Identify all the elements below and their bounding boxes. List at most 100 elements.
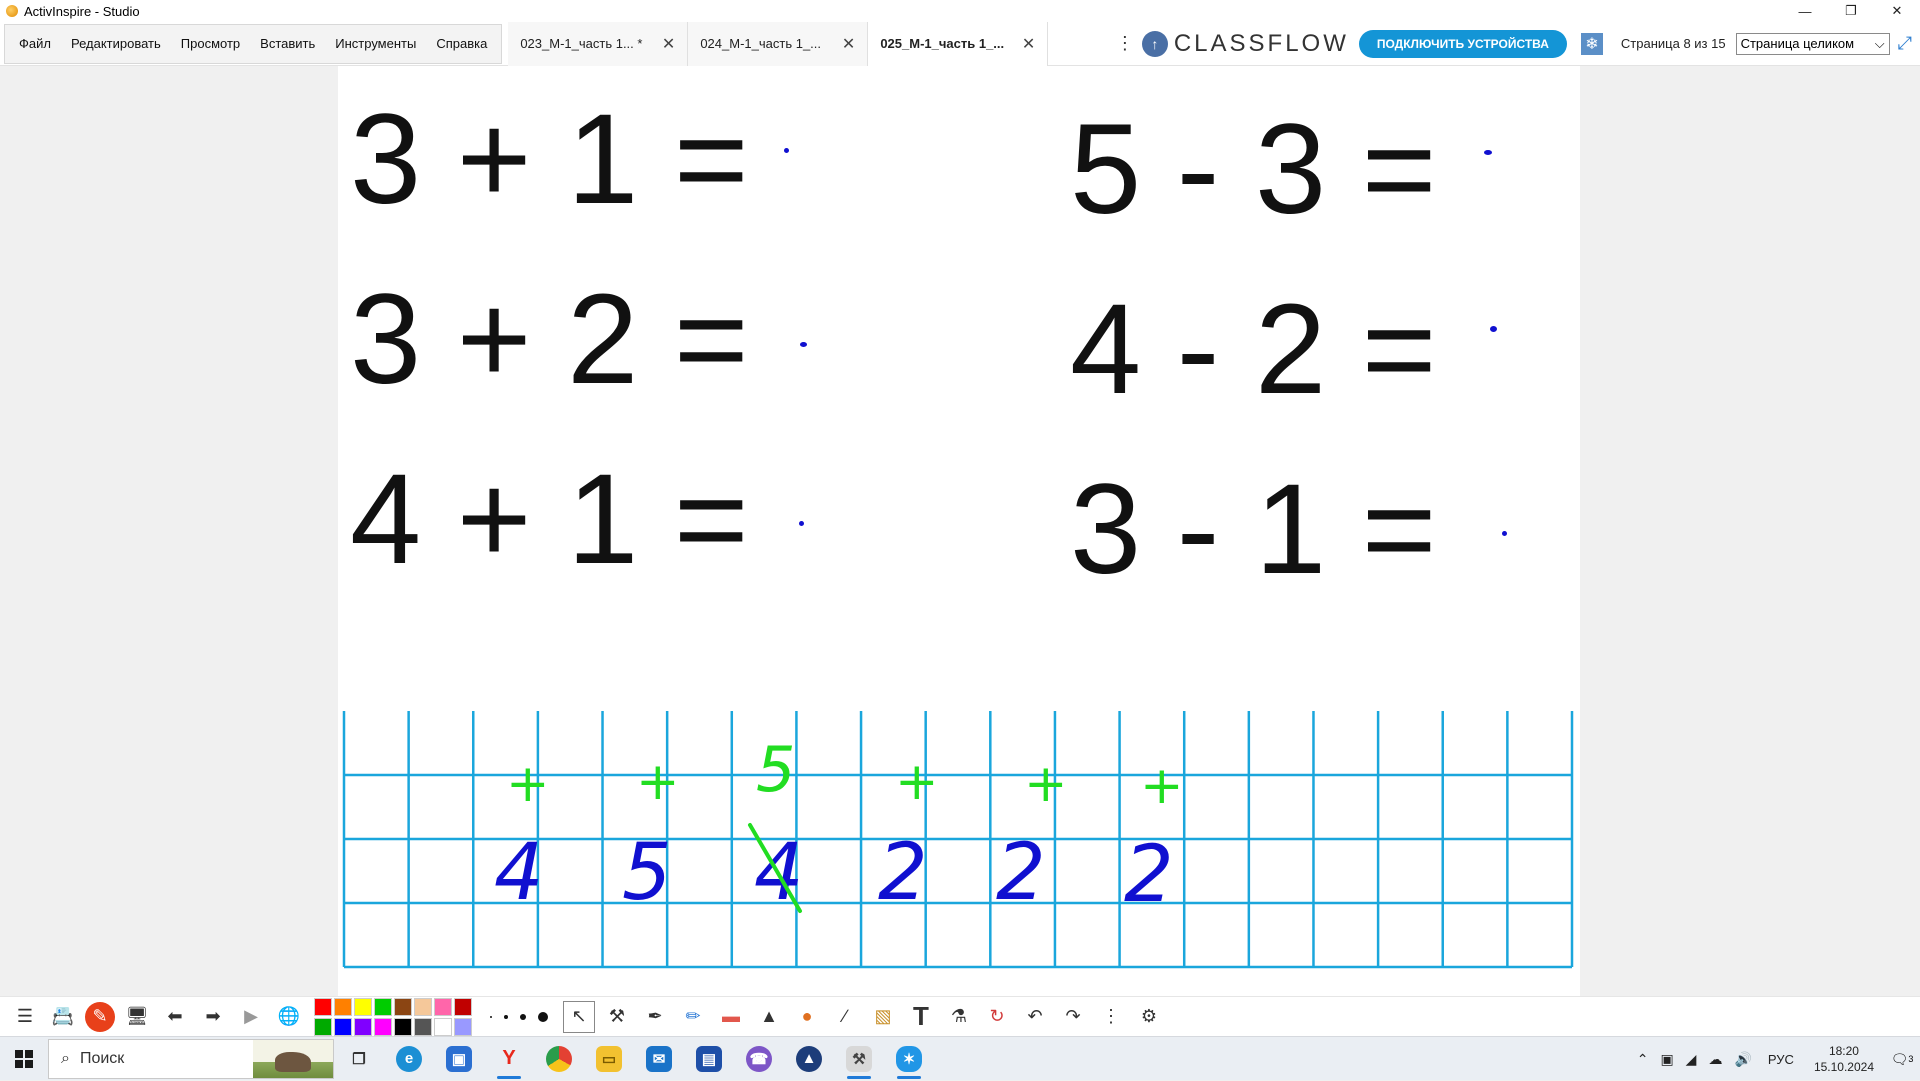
close-tab-icon[interactable]: ✕ — [1022, 34, 1035, 54]
color-swatch[interactable] — [314, 1017, 332, 1036]
clock[interactable]: 18:20 15.10.2024 — [1814, 1043, 1874, 1075]
snowflake-icon[interactable]: ❄ — [1580, 32, 1603, 55]
viber-icon[interactable]: ☎ — [737, 1037, 781, 1081]
tab-024[interactable]: 024_М-1_часть 1_... ✕ — [688, 21, 869, 66]
color-swatch[interactable] — [354, 997, 372, 1016]
window-title: ActivInspire - Studio — [24, 3, 140, 19]
expression: 3 + 1 = — [350, 88, 749, 231]
color-swatch[interactable] — [414, 1017, 432, 1036]
pen-width-option[interactable] — [538, 1011, 548, 1022]
close-tab-icon[interactable]: ✕ — [662, 34, 675, 54]
minimize-button[interactable]: — — [1782, 0, 1828, 22]
color-palette[interactable] — [314, 997, 472, 1036]
close-tab-icon[interactable]: ✕ — [842, 34, 855, 54]
chrome-icon[interactable] — [537, 1037, 581, 1081]
annotate-icon[interactable]: ✎ — [85, 1001, 115, 1032]
desktop-tools-icon[interactable]: 🖥 — [121, 1001, 153, 1033]
menu-tools[interactable]: Инструменты — [325, 36, 426, 51]
menu-edit[interactable]: Редактировать — [61, 36, 171, 51]
color-swatch[interactable] — [334, 997, 352, 1016]
menu-view[interactable]: Просмотр — [171, 36, 250, 51]
tools-icon[interactable]: ⚒ — [601, 1001, 633, 1033]
menu-help[interactable]: Справка — [426, 36, 497, 51]
color-swatch[interactable] — [334, 1017, 352, 1036]
chevron-up-icon[interactable]: ⌃ — [1637, 1051, 1649, 1068]
undo-icon[interactable]: ↶ — [1019, 1001, 1051, 1033]
eraser-icon[interactable]: ▬ — [715, 1001, 747, 1033]
pen-width-option[interactable] — [504, 1014, 508, 1019]
taskbar-search[interactable]: ⌕ Поиск — [48, 1038, 334, 1079]
color-swatch[interactable] — [434, 1017, 452, 1036]
restore-button[interactable]: ❐ — [1828, 0, 1874, 22]
activinspire-studio-taskbar-icon[interactable]: ✶ — [887, 1037, 931, 1081]
start-button[interactable] — [0, 1037, 48, 1081]
zoom-select[interactable]: Страница целиком ⌵ — [1735, 32, 1890, 55]
handwritten-correction: 5 — [756, 733, 795, 806]
highlighter-icon[interactable]: ✏ — [677, 1001, 709, 1033]
yandex-icon[interactable]: Y — [487, 1037, 531, 1081]
handwritten-plus: + — [1140, 756, 1184, 816]
redo-icon[interactable]: ↷ — [1057, 1001, 1089, 1033]
handwritten-plus: + — [506, 754, 550, 814]
volume-icon[interactable]: 🔊 — [1734, 1051, 1751, 1068]
pen-width-option[interactable] — [520, 1013, 526, 1020]
more-tools-icon[interactable]: ⋮ — [1095, 1001, 1127, 1033]
menu-file[interactable]: Файл — [9, 36, 61, 51]
file-explorer-icon[interactable]: ▭ — [587, 1037, 631, 1081]
expression: 4 - 2 = — [1070, 278, 1437, 421]
color-swatch[interactable] — [394, 997, 412, 1016]
main-menu-icon[interactable]: ☰ — [9, 1001, 41, 1033]
toolbox-settings-icon[interactable]: ⚙ — [1133, 1001, 1165, 1033]
color-swatch[interactable] — [314, 997, 332, 1016]
pen-icon[interactable]: ✒ — [639, 1001, 671, 1033]
notifications-button[interactable]: 🗨 3 — [1884, 1037, 1920, 1081]
ink-dot — [1490, 326, 1497, 332]
notebook-grid[interactable]: + + + + + 5 4 5 4 2 2 2 — [342, 711, 1574, 969]
pen-width-option[interactable] — [490, 1015, 492, 1018]
color-swatch[interactable] — [434, 997, 452, 1016]
close-window-button[interactable]: ✕ — [1874, 0, 1920, 22]
edge-icon[interactable]: e — [387, 1037, 431, 1081]
clear-icon[interactable]: ⚗ — [943, 1001, 975, 1033]
play-icon[interactable]: ▶ — [235, 1001, 267, 1033]
connector-icon[interactable]: ∕ — [829, 1001, 861, 1033]
shape-icon[interactable]: ● — [791, 1001, 823, 1033]
select-icon[interactable]: ↖ — [563, 1000, 595, 1033]
next-page-icon[interactable]: ➡ — [197, 1001, 229, 1033]
color-swatch[interactable] — [414, 997, 432, 1016]
clipart-icon[interactable]: ▧ — [867, 1001, 899, 1033]
tab-025[interactable]: 025_М-1_часть 1_... ✕ — [868, 21, 1049, 66]
color-swatch[interactable] — [454, 997, 472, 1016]
globe-icon[interactable]: 🌐 — [273, 1001, 305, 1033]
connect-devices-button[interactable]: ПОДКЛЮЧИТЬ УСТРОЙСТВА — [1358, 29, 1567, 58]
fullscreen-icon[interactable]: ⤢ — [1898, 33, 1912, 54]
more-options-icon[interactable]: ⋮ — [1116, 33, 1134, 54]
color-swatch[interactable] — [374, 1017, 392, 1036]
app-icon[interactable]: ▤ — [687, 1037, 731, 1081]
pen-width-selector[interactable] — [484, 1011, 554, 1022]
fill-icon[interactable]: ▲ — [753, 1001, 785, 1033]
menu-insert[interactable]: Вставить — [250, 36, 325, 51]
reset-page-icon[interactable]: ↻ — [981, 1001, 1013, 1033]
color-swatch[interactable] — [354, 1017, 372, 1036]
browsers-icon[interactable]: 📇 — [47, 1001, 79, 1033]
language-indicator[interactable]: РУС — [1768, 1052, 1794, 1067]
previous-page-icon[interactable]: ⬅ — [159, 1001, 191, 1033]
color-swatch[interactable] — [454, 1017, 472, 1036]
tab-023[interactable]: 023_М-1_часть 1... * ✕ — [508, 21, 689, 66]
color-swatch[interactable] — [394, 1017, 412, 1036]
classflow-area: ↑ CLASSFLOW ПОДКЛЮЧИТЬ УСТРОЙСТВА — [1141, 29, 1581, 58]
task-view-icon[interactable]: ❐ — [337, 1037, 381, 1081]
mail-icon[interactable]: ✉ — [637, 1037, 681, 1081]
network-icon[interactable]: ◢ — [1686, 1051, 1697, 1068]
device-icon[interactable]: ▣ — [1660, 1051, 1673, 1068]
windows-taskbar: ⌕ Поиск ❐ e ▣ Y ▭ ✉ ▤ ☎ ▲ ⚒ ✶ ⌃ ▣ ◢ ☁ 🔊 … — [0, 1036, 1920, 1080]
rocket-icon[interactable]: ↑ — [1141, 30, 1168, 57]
activinspire-taskbar-icon[interactable]: ⚒ — [837, 1037, 881, 1081]
cloud-icon[interactable]: ☁ — [1708, 1051, 1722, 1068]
store-icon[interactable]: ▣ — [437, 1037, 481, 1081]
vpn-icon[interactable]: ▲ — [787, 1037, 831, 1081]
color-swatch[interactable] — [374, 997, 392, 1016]
text-icon[interactable]: T — [905, 1001, 937, 1033]
expression: 3 + 2 = — [350, 268, 749, 411]
